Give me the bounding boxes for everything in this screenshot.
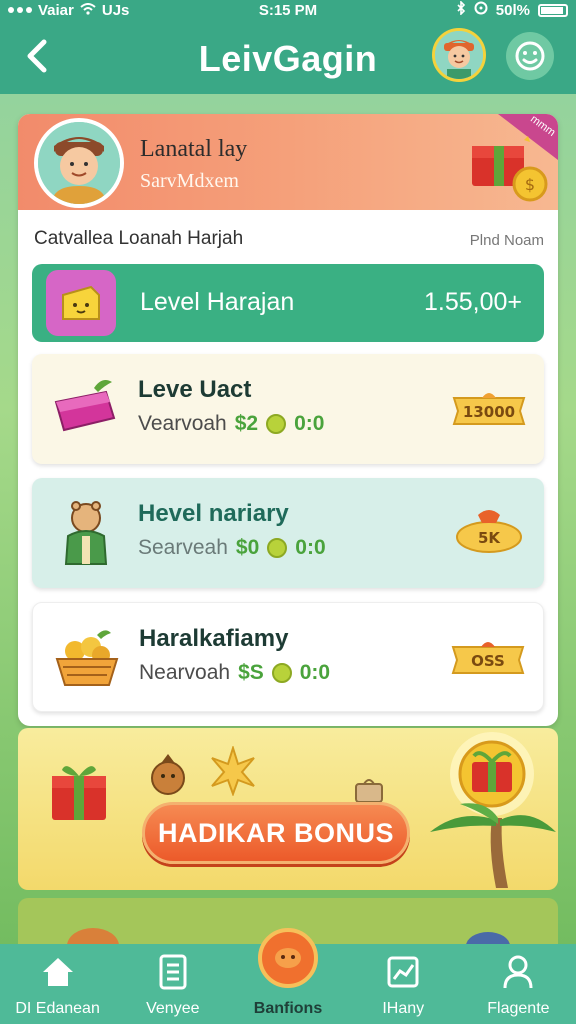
battery-icon (538, 3, 568, 17)
item-amount: $S (238, 661, 264, 684)
level-label: Level Harajan (140, 288, 295, 316)
item-meta-label: Searveah (138, 536, 228, 559)
palm-tree-gift-icon (430, 732, 556, 888)
item-meta-label: Vearvoah (138, 412, 227, 435)
nav-item-center[interactable]: Banfions (230, 928, 345, 1024)
list-item[interactable]: Haralkafiamy Nearvoah $S 0:0 OSS (32, 602, 544, 712)
item-amount: $0 (235, 536, 260, 559)
level-badge (46, 270, 116, 336)
nav-label: IHany (382, 1000, 425, 1017)
gift-box-icon (52, 766, 106, 820)
battery-percent: 50l% (495, 1, 530, 19)
list-heading-aside[interactable]: Plnd Noam (470, 232, 544, 249)
sparkle-coin-icon (211, 746, 255, 796)
user-avatar[interactable] (432, 28, 486, 82)
nav-label: Flagente (487, 1000, 550, 1017)
fruit-basket-icon (55, 630, 119, 686)
profile-banner: Lanatal lay SarvMdxem mmm $ (18, 114, 558, 210)
center-coin-icon (258, 928, 318, 988)
coin-icon (267, 538, 288, 558)
acorn-icon (151, 754, 185, 795)
level-row[interactable]: Level Harajan 1.55,00+ (32, 264, 544, 342)
gift-box-icon: $ (472, 136, 548, 202)
nav-label: Venyee (146, 1000, 200, 1017)
emoji-button[interactable] (506, 32, 554, 80)
network-label: UJs (101, 1, 130, 19)
nav-label: DI Edanean (15, 1000, 100, 1017)
smile-icon (515, 41, 545, 71)
bonus-button[interactable]: HADIKAR BONUS (142, 802, 410, 864)
item-value: 0:0 (295, 536, 326, 559)
ticket-badge-icon: 13000 (452, 393, 526, 425)
profile-icon (500, 954, 536, 990)
ticket-badge-icon: OSS (451, 642, 525, 674)
coin-icon (266, 414, 287, 434)
page-title: LeivGagin (198, 38, 378, 79)
item-badge-text: 5K (478, 529, 501, 547)
item-value: 0:0 (299, 661, 331, 684)
list-item[interactable]: Hevel nariary Searveah $0 0:0 5K (32, 478, 544, 588)
chart-icon (385, 954, 421, 990)
nav-item-home[interactable]: DI Edanean (0, 944, 115, 1024)
bottom-nav: DI Edanean Venyee Banfions IHany Flagent… (0, 928, 576, 1024)
small-gift-icon (355, 779, 383, 803)
level-value: 1.55,00+ (423, 288, 522, 316)
nav-item-list[interactable]: Venyee (115, 944, 230, 1024)
list-item[interactable]: Leve Uact Vearvoah $2 0:0 13000 (32, 354, 544, 464)
signal-dots-icon (8, 7, 32, 13)
item-badge-text: 13000 (463, 403, 515, 421)
wifi-icon (80, 2, 96, 19)
profile-avatar[interactable] (34, 118, 124, 208)
item-meta: Nearvoah $S 0:0 (139, 661, 330, 685)
nav-item-profile[interactable]: Flagente (461, 944, 576, 1024)
coin-icon (271, 663, 292, 683)
nav-item-chart[interactable]: IHany (346, 944, 461, 1024)
app-header: LeivGagin (0, 20, 576, 94)
rewards-card: Lanatal lay SarvMdxem mmm $ Catvallea Lo… (18, 114, 558, 726)
profile-subtitle: SarvMdxem (140, 170, 239, 192)
list-heading: Catvallea Loanah Harjah (34, 228, 244, 249)
carrier-label: Vaiar (38, 1, 74, 19)
item-meta: Searveah $0 0:0 (138, 536, 326, 560)
money-bag-badge-icon: 5K (456, 510, 522, 553)
nav-label: Banfions (253, 1000, 323, 1017)
item-title: Haralkafiamy (139, 625, 289, 652)
profile-name: Lanatal lay (140, 136, 248, 162)
status-bar: Vaiar UJs S:15 PM 50l% (0, 0, 576, 20)
bonus-banner: HADIKAR BONUS (18, 728, 558, 890)
item-badge-text: OSS (471, 652, 505, 670)
item-title: Hevel nariary (138, 500, 289, 527)
item-meta: Vearvoah $2 0:0 (138, 412, 324, 436)
item-value: 0:0 (294, 412, 325, 435)
item-title: Leve Uact (138, 376, 252, 403)
cheese-block-icon (62, 285, 100, 320)
svg-text:$: $ (525, 175, 535, 194)
list-icon (155, 954, 191, 990)
bear-figure-icon (64, 501, 108, 565)
item-meta-label: Nearvoah (139, 661, 231, 684)
purse-icon (54, 380, 116, 432)
avatar-face-icon (38, 122, 120, 204)
home-icon (40, 954, 76, 990)
alarm-icon (474, 1, 488, 19)
avatar-face-icon (435, 31, 483, 79)
bluetooth-icon (456, 0, 466, 19)
item-amount: $2 (234, 412, 259, 435)
